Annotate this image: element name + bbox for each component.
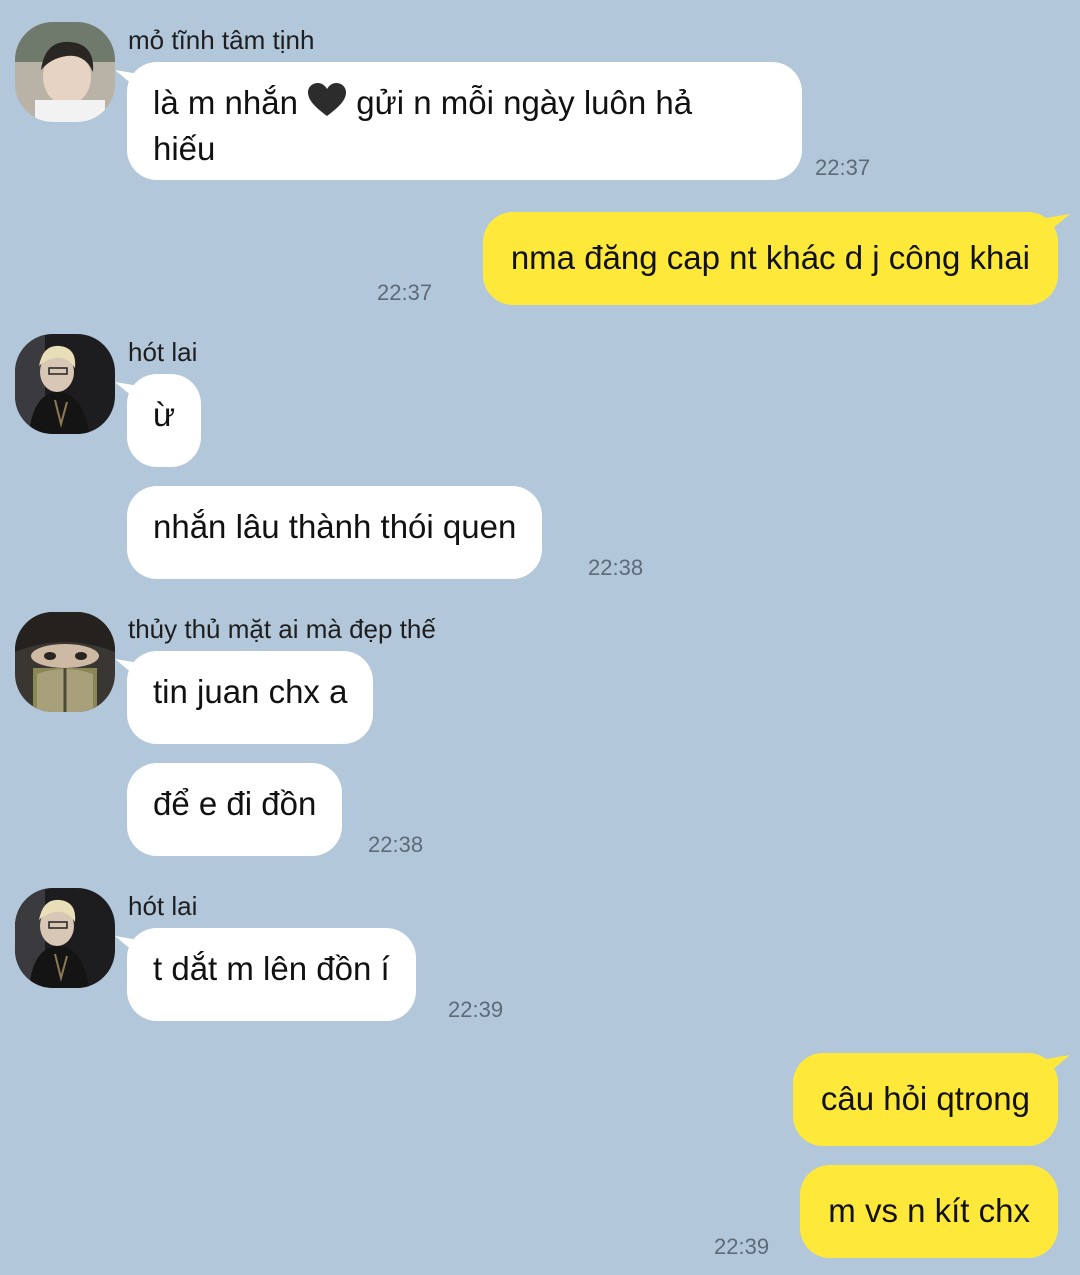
message-bubble[interactable]: để e đi đồn	[127, 763, 343, 856]
message-bubble[interactable]: là m nhắn gửi n mỗi ngày luôn hả hiếu	[115, 62, 802, 180]
message-bubble[interactable]: ừ	[115, 374, 202, 467]
message-timestamp: 22:38	[588, 555, 644, 580]
avatar[interactable]	[15, 888, 115, 988]
message-text: t dắt m lên đồn í	[153, 950, 390, 987]
message-text: là m nhắn	[153, 84, 298, 121]
message-timestamp: 22:39	[714, 1234, 770, 1259]
avatar-photo	[15, 334, 115, 434]
bubble-tail	[115, 936, 139, 956]
bubble-tail	[1046, 214, 1070, 234]
message-text: để e đi đồn	[153, 785, 317, 822]
sender-name: mỏ tĩnh tâm tịnh	[128, 25, 315, 55]
message-text: ừ	[153, 396, 176, 433]
avatar[interactable]	[15, 612, 115, 712]
message-bubble[interactable]: m vs n kít chx	[800, 1165, 1058, 1258]
message-text: m vs n kít chx	[828, 1192, 1030, 1229]
avatar[interactable]	[15, 334, 115, 434]
bubble-tail	[115, 659, 139, 679]
message-text: gửi n mỗi ngày luôn hả	[356, 84, 693, 121]
sender-name: hót lai	[128, 891, 198, 921]
message-text: câu hỏi qtrong	[820, 1080, 1030, 1117]
message-timestamp: 22:38	[368, 832, 424, 857]
message-bubble[interactable]: t dắt m lên đồn í	[115, 928, 416, 1021]
sender-name: thủy thủ mặt ai mà đẹp thế	[128, 614, 436, 644]
message-bubble[interactable]: tin juan chx a	[115, 651, 374, 744]
sender-name: hót lai	[128, 337, 198, 367]
message-bubble[interactable]: nhắn lâu thành thói quen	[127, 486, 543, 579]
message-bubble[interactable]: nma đăng cap nt khác d j công khai	[482, 212, 1070, 305]
message-text: tin juan chx a	[153, 673, 348, 710]
message-bubble[interactable]: câu hỏi qtrong	[792, 1053, 1070, 1146]
bubble-tail	[115, 382, 139, 402]
message-timestamp: 22:37	[377, 280, 433, 305]
message-text: hiếu	[153, 130, 216, 167]
avatar-photo	[15, 612, 115, 712]
message-timestamp: 22:39	[448, 997, 504, 1022]
message-timestamp: 22:37	[815, 155, 871, 180]
avatar[interactable]	[15, 22, 115, 122]
bubble-tail	[115, 70, 139, 90]
black-heart-icon	[307, 82, 347, 128]
avatar-photo	[15, 22, 115, 122]
message-text: nhắn lâu thành thói quen	[153, 508, 517, 545]
avatar-photo	[15, 888, 115, 988]
bubble-tail	[1046, 1055, 1070, 1075]
message-text: nma đăng cap nt khác d j công khai	[510, 239, 1030, 276]
